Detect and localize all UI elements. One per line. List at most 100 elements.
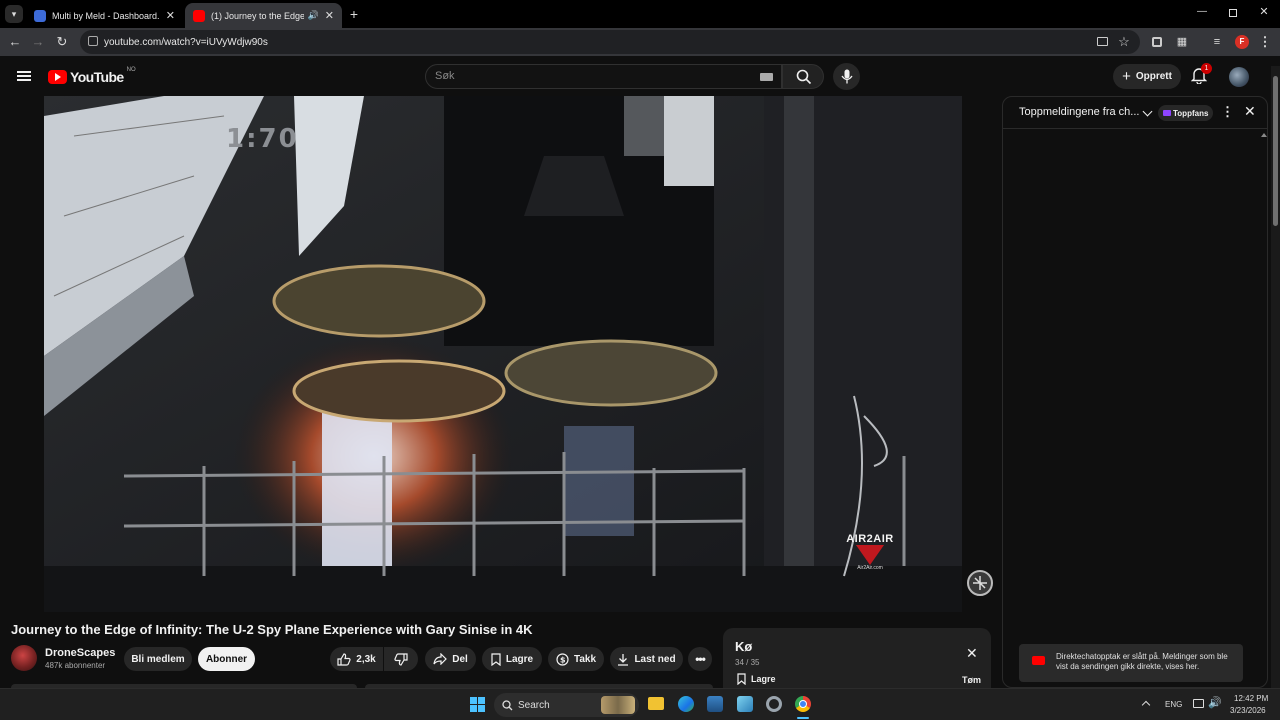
network-icon[interactable] xyxy=(1193,699,1204,708)
chat-mode-chevron-down-icon[interactable] xyxy=(1142,106,1153,117)
clock-time[interactable]: 12:42 PM xyxy=(1234,694,1268,703)
channel-avatar[interactable] xyxy=(11,645,37,671)
like-button[interactable]: 2,3k xyxy=(330,647,383,671)
queue-clear-button[interactable]: Tøm xyxy=(962,675,981,685)
video-player[interactable]: 1:70 AIR2AIR Air2Air.com xyxy=(44,96,962,612)
more-actions-button[interactable]: ••• xyxy=(688,647,712,671)
chat-scrollbar-arrow-up-icon[interactable] xyxy=(1261,133,1267,137)
top-fans-badge[interactable]: Toppfans xyxy=(1158,105,1214,121)
windows-taskbar: Search ENG 🔊 12:42 PM 3/23/2026 xyxy=(0,688,1280,720)
page-scrollbar-thumb[interactable] xyxy=(1273,76,1278,226)
dislike-button[interactable] xyxy=(384,647,418,671)
channel-name[interactable]: DroneScapes xyxy=(45,647,115,659)
browser-toolbar: ← → ↻ youtube.com/watch?v=iUVyWdjw90s ☆ … xyxy=(0,28,1280,56)
download-icon xyxy=(618,653,629,666)
watermark-logo-text: AIR2AIR xyxy=(846,533,894,545)
browser-tab-bar: ▾ Multi by Meld - Dashboard. ✕ (1) Journ… xyxy=(0,0,1280,28)
extensions-puzzle-icon[interactable]: ▦ xyxy=(1173,28,1191,56)
file-explorer-icon[interactable] xyxy=(648,697,664,710)
thumbs-down-icon xyxy=(394,652,408,666)
store-app-icon[interactable] xyxy=(707,696,723,712)
crown-icon xyxy=(1163,110,1171,116)
search-button[interactable] xyxy=(782,64,824,89)
audio-playing-icon[interactable]: 🔊 xyxy=(308,10,319,21)
queue-title: Kø xyxy=(735,639,753,654)
tab-meld-dashboard[interactable]: Multi by Meld - Dashboard. ✕ xyxy=(26,3,183,28)
youtube-favicon-icon xyxy=(193,9,205,22)
join-button[interactable]: Bli medlem xyxy=(124,647,192,671)
notice-text: Direktechatopptak er slått på. Meldinger… xyxy=(1056,652,1228,671)
show-hidden-icons-chevron-up-icon[interactable] xyxy=(1141,700,1151,710)
channel-watermark-icon[interactable] xyxy=(967,570,993,596)
microphone-icon xyxy=(841,69,853,84)
chat-more-icon[interactable]: ⋮ xyxy=(1221,104,1234,120)
taskbar-search-box[interactable]: Search xyxy=(494,693,639,717)
browser-menu-icon[interactable]: ⋮ xyxy=(1256,28,1274,56)
close-chat-icon[interactable]: ✕ xyxy=(1244,103,1256,120)
drone-icon xyxy=(973,576,987,590)
notifications-button[interactable]: 1 xyxy=(1191,63,1212,87)
search-icon xyxy=(502,700,513,711)
queue-save-button[interactable]: Lagre xyxy=(737,673,776,685)
chat-header: Toppmeldingene fra ch... Toppfans ⋮ ✕ xyxy=(1003,97,1267,129)
address-bar[interactable]: youtube.com/watch?v=iUVyWdjw90s xyxy=(80,30,1140,54)
page-scrollbar[interactable] xyxy=(1271,66,1280,690)
join-label: Bli medlem xyxy=(131,653,185,665)
account-avatar[interactable] xyxy=(1229,67,1249,87)
taskbar-search-label: Search xyxy=(518,699,550,711)
profile-avatar[interactable]: F xyxy=(1235,35,1249,49)
live-chat-panel: Toppmeldingene fra ch... Toppfans ⋮ ✕ xyxy=(1002,96,1268,688)
search-highlight-image-icon xyxy=(601,696,635,714)
back-arrow-icon[interactable]: ← xyxy=(6,28,24,56)
thanks-button[interactable]: $ Takk xyxy=(548,647,604,671)
close-tab-icon[interactable]: ✕ xyxy=(166,9,175,22)
settings-gear-icon[interactable] xyxy=(766,696,782,712)
close-queue-icon[interactable]: ✕ xyxy=(966,645,978,662)
site-info-icon[interactable] xyxy=(88,36,98,46)
download-label: Last ned xyxy=(634,653,676,665)
extension-box-icon[interactable] xyxy=(1152,37,1162,47)
language-indicator[interactable]: ENG xyxy=(1165,700,1182,709)
chat-title[interactable]: Toppmeldingene fra ch... xyxy=(1019,106,1139,118)
subscribe-label: Abonner xyxy=(205,653,248,665)
video-title: Journey to the Edge of Infinity: The U-2… xyxy=(11,622,533,637)
watermark-url: Air2Air.com xyxy=(857,565,883,571)
subscribe-button[interactable]: Abonner xyxy=(198,647,255,671)
chrome-browser-icon[interactable] xyxy=(795,696,811,712)
install-app-icon[interactable] xyxy=(1097,37,1108,46)
forward-arrow-icon[interactable]: → xyxy=(29,28,47,56)
tab-search-button[interactable]: ▾ xyxy=(5,5,23,23)
bookmark-star-icon[interactable]: ☆ xyxy=(1115,28,1133,56)
close-window-icon[interactable]: ✕ xyxy=(1258,5,1270,19)
save-button[interactable]: Lagre xyxy=(482,647,542,671)
snipping-tool-icon[interactable] xyxy=(737,696,753,712)
windows-start-icon[interactable] xyxy=(470,697,485,712)
bookmark-icon xyxy=(491,652,501,666)
youtube-logo[interactable]: YouTube NO xyxy=(48,67,136,85)
reload-icon[interactable]: ↻ xyxy=(53,28,71,56)
search-icon xyxy=(796,69,812,85)
hamburger-menu-icon[interactable] xyxy=(17,71,31,81)
create-button[interactable]: + Opprett xyxy=(1113,64,1181,89)
minimize-window-icon[interactable]: — xyxy=(1196,6,1208,18)
active-app-indicator xyxy=(797,717,809,719)
download-button[interactable]: Last ned xyxy=(610,647,683,671)
volume-icon[interactable]: 🔊 xyxy=(1208,696,1222,709)
share-button[interactable]: Del xyxy=(425,647,476,671)
keyboard-icon[interactable] xyxy=(760,73,773,81)
youtube-play-logo-icon xyxy=(48,70,67,84)
edge-browser-icon[interactable] xyxy=(678,696,694,712)
subscriber-count: 487k abonnenter xyxy=(45,661,106,670)
clock-date[interactable]: 3/23/2026 xyxy=(1230,706,1266,715)
tab-youtube-video[interactable]: (1) Journey to the Edge of In 🔊 ✕ xyxy=(185,3,342,28)
restore-window-icon[interactable] xyxy=(1229,9,1237,17)
video-frame xyxy=(44,96,962,612)
close-tab-icon[interactable]: ✕ xyxy=(325,9,334,22)
search-input[interactable]: Søk xyxy=(425,64,782,89)
thumbs-up-icon xyxy=(337,652,351,666)
reading-list-icon[interactable]: ≡ xyxy=(1208,28,1226,56)
new-tab-button[interactable]: + xyxy=(346,5,362,23)
bookmark-icon xyxy=(737,673,746,685)
queue-panel: Kø 34 / 35 ✕ Lagre Tøm xyxy=(723,628,991,690)
voice-search-button[interactable] xyxy=(833,63,860,90)
